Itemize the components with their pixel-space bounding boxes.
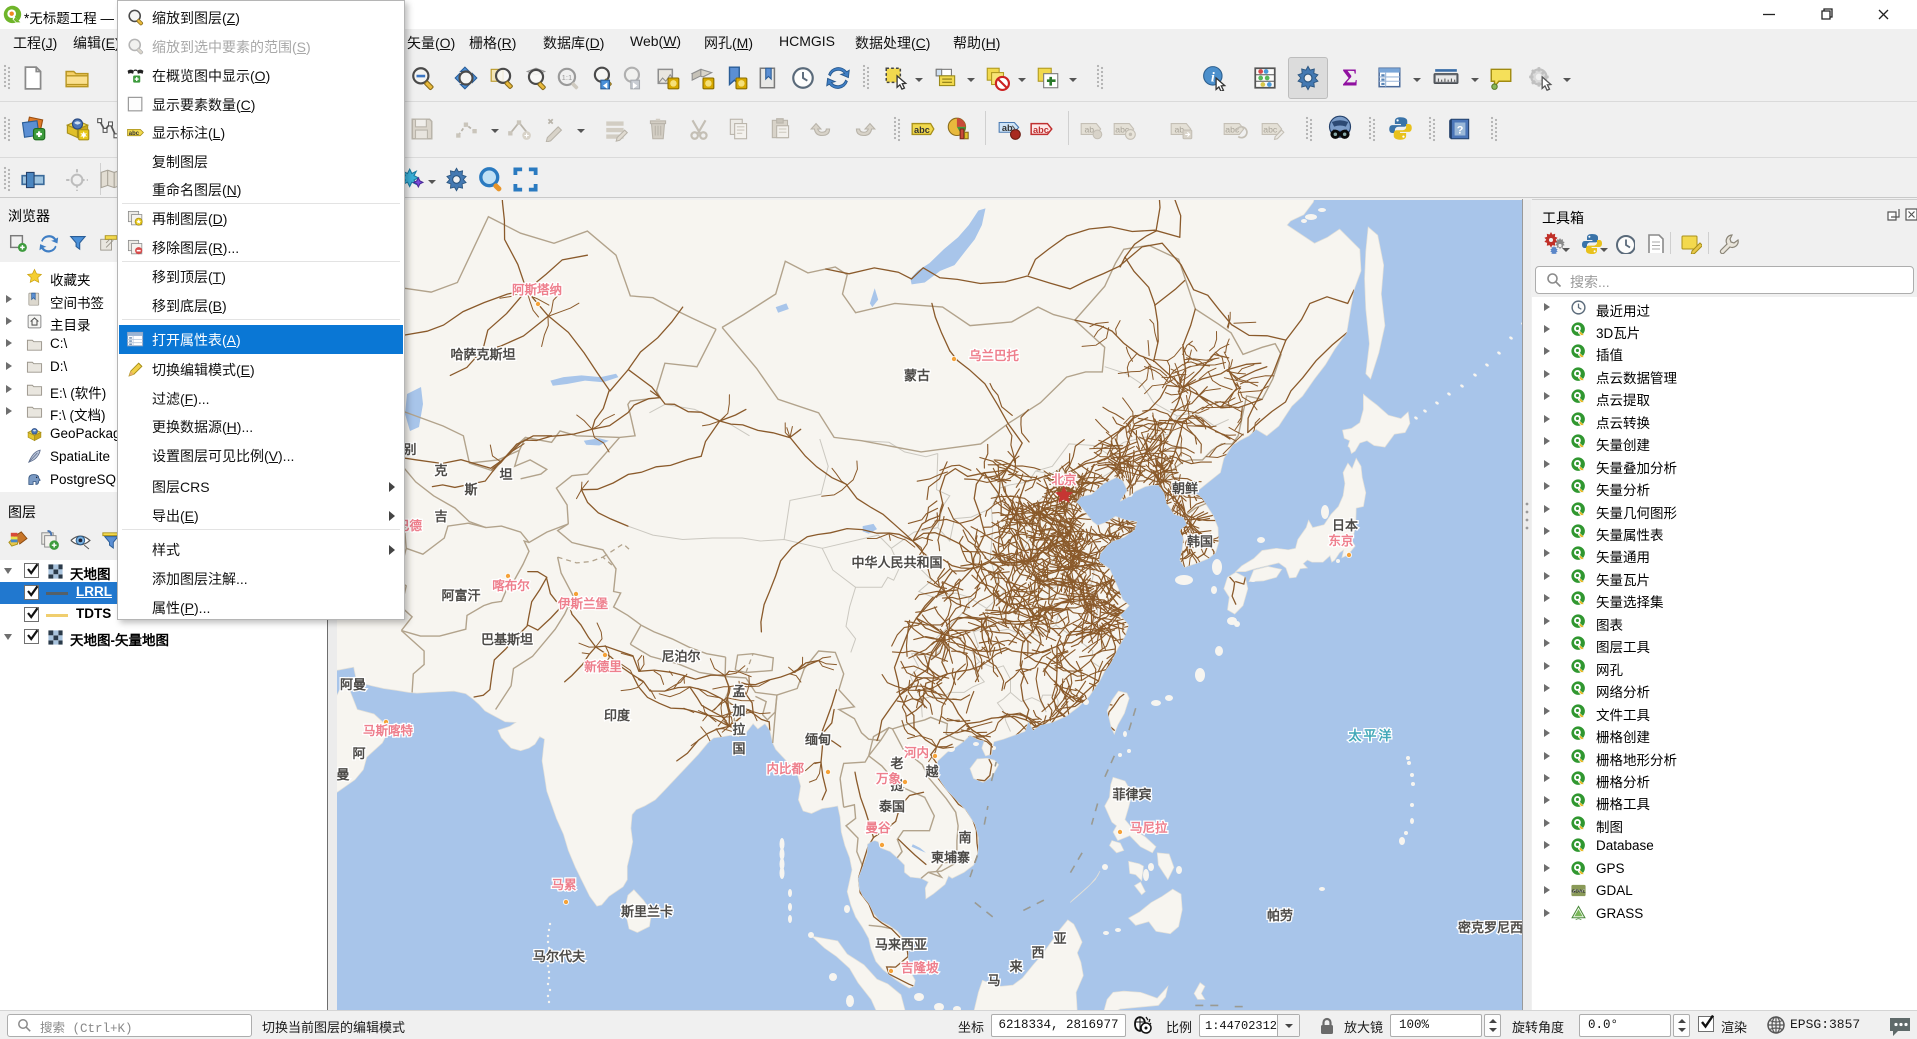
svg-text:?: ? (1457, 124, 1464, 136)
svg-text:马累: 马累 (551, 878, 577, 892)
svg-text:马: 马 (987, 973, 1000, 988)
svg-text:菲律宾: 菲律宾 (1112, 787, 1151, 802)
svg-text:北京: 北京 (1051, 472, 1077, 487)
svg-text:i: i (1211, 69, 1215, 85)
svg-text:万象: 万象 (875, 771, 902, 786)
svg-text:老: 老 (889, 756, 903, 771)
svg-text:马来西亚: 马来西亚 (875, 937, 927, 952)
svg-text:曼: 曼 (337, 767, 350, 782)
svg-text:abc: abc (1033, 125, 1049, 135)
svg-text:马尔代夫: 马尔代夫 (533, 949, 586, 964)
svg-text:Σ: Σ (1342, 66, 1358, 91)
svg-text:印度: 印度 (604, 708, 631, 723)
svg-text:太平洋: 太平洋 (1347, 728, 1393, 743)
svg-text:ab: ab (1084, 124, 1094, 134)
svg-text:曼谷: 曼谷 (865, 820, 891, 835)
svg-text:加: 加 (731, 703, 745, 718)
svg-text:巴基斯坦: 巴基斯坦 (481, 632, 533, 647)
svg-text:越: 越 (924, 764, 939, 779)
svg-text:abc: abc (1263, 124, 1278, 134)
svg-text:马斯喀特: 马斯喀特 (363, 723, 414, 738)
svg-text:阿: 阿 (352, 746, 365, 761)
svg-text:朝鲜: 朝鲜 (1172, 481, 1198, 496)
svg-text:阿斯塔纳: 阿斯塔纳 (512, 282, 562, 297)
svg-text:日本: 日本 (1332, 518, 1358, 533)
svg-text:阿曼: 阿曼 (340, 677, 366, 692)
svg-text:河内: 河内 (904, 745, 929, 760)
svg-text:乌兰巴托: 乌兰巴托 (969, 348, 1020, 363)
svg-text:尼泊尔: 尼泊尔 (661, 649, 700, 664)
svg-text:泰国: 泰国 (878, 799, 905, 814)
svg-text:abc: abc (129, 131, 140, 137)
svg-text:克: 克 (434, 463, 447, 478)
svg-text:1:1: 1:1 (562, 73, 573, 82)
svg-text:GDAL: GDAL (1572, 889, 1586, 895)
svg-text:内比都: 内比都 (766, 761, 804, 776)
svg-text:西: 西 (1031, 945, 1044, 960)
svg-text:中华人民共和国: 中华人民共和国 (851, 555, 942, 570)
svg-text:斯: 斯 (464, 482, 477, 497)
svg-text:东京: 东京 (1328, 533, 1354, 548)
svg-text:斯里兰卡: 斯里兰卡 (621, 904, 673, 919)
svg-text:帕劳: 帕劳 (1267, 908, 1293, 923)
svg-text:新德里: 新德里 (584, 659, 622, 674)
svg-text:柬埔寨: 柬埔寨 (931, 850, 970, 865)
svg-text:来: 来 (1008, 959, 1023, 974)
svg-text:南: 南 (958, 830, 971, 845)
svg-text:国: 国 (732, 741, 745, 756)
svg-text:孟: 孟 (732, 684, 745, 699)
svg-text:韩国: 韩国 (1187, 534, 1213, 549)
svg-text:阿富汗: 阿富汗 (441, 588, 480, 603)
svg-text:坦: 坦 (499, 467, 512, 482)
svg-text:拉: 拉 (732, 722, 745, 737)
svg-text:马尼拉: 马尼拉 (1130, 820, 1168, 835)
svg-text:吉隆坡: 吉隆坡 (901, 960, 939, 975)
svg-text:密克罗尼西亚: 密克罗尼西亚 (1457, 920, 1522, 935)
svg-text:伊斯兰堡: 伊斯兰堡 (557, 596, 609, 611)
svg-text:哈萨克斯坦: 哈萨克斯坦 (450, 347, 515, 362)
svg-text:喀布尔: 喀布尔 (492, 578, 530, 593)
svg-text:蒙古: 蒙古 (904, 368, 930, 383)
svg-text:abc: abc (914, 125, 930, 135)
svg-text:亚: 亚 (1053, 931, 1066, 946)
svg-text:吉: 吉 (434, 509, 447, 524)
svg-text:缅甸: 缅甸 (805, 732, 831, 747)
